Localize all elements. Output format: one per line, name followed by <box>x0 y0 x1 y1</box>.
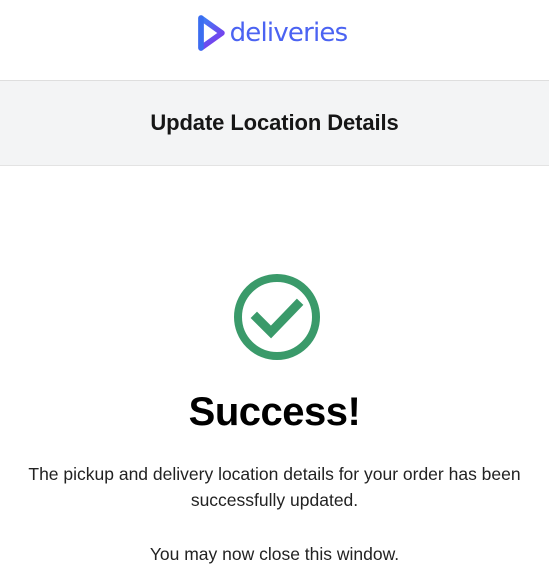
play-logo-icon <box>197 15 225 51</box>
page-header: Update Location Details <box>0 80 549 166</box>
success-heading: Success! <box>188 390 361 434</box>
success-message: The pickup and delivery location details… <box>28 464 521 510</box>
page-title: Update Location Details <box>150 110 399 135</box>
brand-name: deliveries <box>229 18 349 48</box>
close-window-note: You may now close this window. <box>149 544 400 564</box>
page: deliveries Update Location Details Succe… <box>0 0 549 579</box>
check-circle-icon <box>234 274 320 360</box>
brand-logo: deliveries <box>196 14 348 52</box>
top-bar: deliveries <box>0 0 549 80</box>
